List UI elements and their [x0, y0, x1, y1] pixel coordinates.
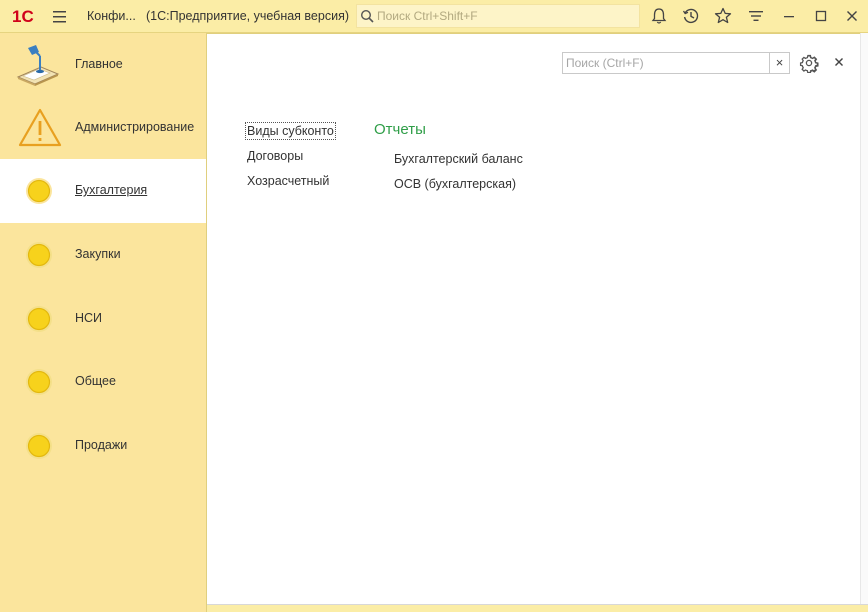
- form-search-input[interactable]: [565, 54, 766, 72]
- reports-heading: Отчеты: [374, 121, 426, 138]
- hamburger-icon: [53, 11, 66, 23]
- sidebar-item-main[interactable]: Главное: [0, 33, 206, 97]
- form-search-box[interactable]: ×: [562, 52, 790, 74]
- section-panel: [207, 33, 868, 612]
- yellow-circle-icon: [14, 170, 62, 212]
- warning-triangle-icon: [14, 107, 62, 149]
- maximize-button[interactable]: [811, 6, 831, 26]
- report-link-trial-balance[interactable]: ОСВ (бухгалтерская): [394, 177, 516, 191]
- sections-sidebar: Главное Администрирование Бухгалтерия За…: [0, 33, 207, 612]
- sidebar-item-purchases[interactable]: Закупки: [0, 223, 206, 287]
- yellow-circle-icon: [14, 234, 62, 276]
- global-search-input[interactable]: [377, 7, 635, 25]
- minimize-icon: [784, 16, 794, 18]
- report-link-balance-sheet[interactable]: Бухгалтерский баланс: [394, 152, 523, 166]
- title-bar: 1С Конфи... (1С:Предприятие, учебная вер…: [0, 0, 868, 33]
- maximize-icon: [815, 10, 827, 22]
- history-icon: [682, 8, 699, 24]
- panel-right-edge: [860, 33, 868, 604]
- settings-button[interactable]: [799, 53, 819, 74]
- yellow-circle-icon: [14, 425, 62, 467]
- sidebar-item-label: Общее: [75, 374, 116, 388]
- svg-text:1С: 1С: [12, 7, 34, 26]
- sidebar-item-label: Бухгалтерия: [75, 183, 148, 197]
- window-title: Конфи...: [87, 9, 136, 23]
- sidebar-item-label: Продажи: [75, 438, 128, 452]
- star-icon: [714, 7, 732, 24]
- close-icon: [847, 11, 857, 21]
- close-section-button[interactable]: [831, 54, 847, 70]
- gear-icon: [799, 54, 819, 74]
- search-icon: [360, 9, 374, 23]
- desk-lamp-icon: [14, 44, 62, 86]
- history-button[interactable]: [681, 6, 701, 26]
- clear-search-button[interactable]: ×: [769, 53, 789, 73]
- bell-icon: [651, 8, 667, 24]
- sidebar-item-label: Администрирование: [75, 120, 195, 134]
- main-menu-button[interactable]: [50, 8, 70, 26]
- sidebar-item-label: Закупки: [75, 247, 121, 261]
- panel-bottom-bar: [207, 604, 868, 612]
- catalog-link-chart-of-accounts[interactable]: Хозрасчетный: [247, 174, 329, 188]
- sidebar-item-administration[interactable]: Администрирование: [0, 96, 206, 160]
- yellow-circle-icon: [14, 361, 62, 403]
- sidebar-item-label: Главное: [75, 57, 123, 71]
- more-actions-button[interactable]: [746, 6, 766, 26]
- close-icon: [835, 58, 843, 66]
- menu-lines-icon: [749, 11, 763, 21]
- 1c-logo[interactable]: 1С: [12, 6, 42, 26]
- sidebar-item-accounting[interactable]: Бухгалтерия: [0, 159, 206, 223]
- sidebar-item-general[interactable]: Общее: [0, 350, 206, 414]
- sidebar-item-sales[interactable]: Продажи: [0, 414, 206, 478]
- notifications-button[interactable]: [649, 6, 669, 26]
- window-subtitle: (1С:Предприятие, учебная версия): [146, 9, 349, 23]
- global-search-box[interactable]: [356, 4, 640, 28]
- favorites-button[interactable]: [713, 6, 733, 26]
- minimize-button[interactable]: [779, 6, 799, 26]
- catalog-link-subconto-types[interactable]: Виды субконто: [245, 122, 336, 140]
- yellow-circle-icon: [14, 298, 62, 340]
- sidebar-item-label: НСИ: [75, 311, 103, 325]
- close-window-button[interactable]: [842, 6, 862, 26]
- sidebar-item-nsi[interactable]: НСИ: [0, 287, 206, 351]
- catalog-link-contracts[interactable]: Договоры: [247, 149, 303, 163]
